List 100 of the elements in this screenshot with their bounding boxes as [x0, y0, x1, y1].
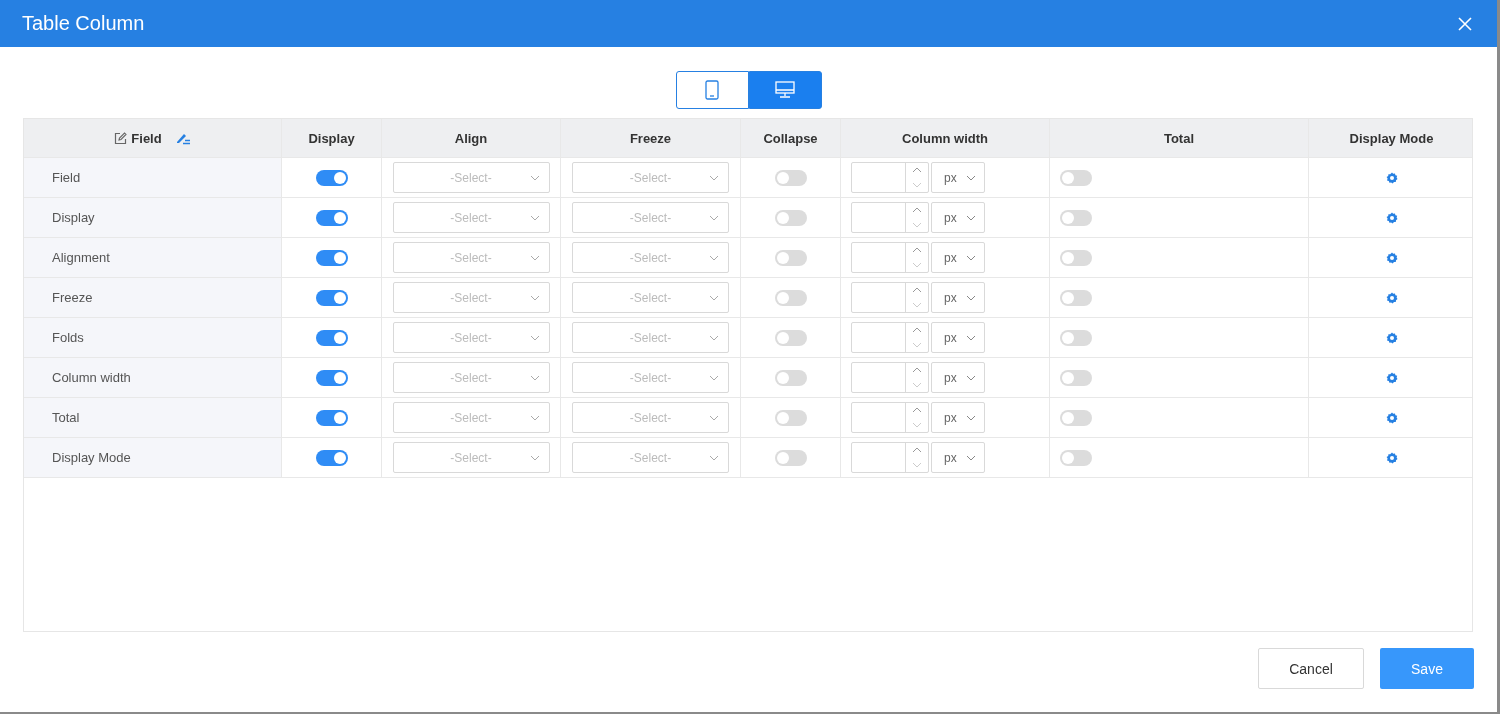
align-select[interactable]: -Select-: [392, 242, 550, 273]
freeze-select[interactable]: -Select-: [572, 162, 729, 193]
width-input[interactable]: [851, 282, 929, 313]
unit-select[interactable]: px: [931, 322, 985, 353]
align-select[interactable]: -Select-: [392, 362, 550, 393]
display-toggle[interactable]: [315, 249, 348, 266]
freeze-select[interactable]: -Select-: [572, 202, 729, 233]
freeze-select[interactable]: -Select-: [572, 362, 729, 393]
display-toggle[interactable]: [315, 409, 348, 426]
collapse-toggle[interactable]: [774, 169, 807, 186]
width-input[interactable]: [851, 162, 929, 193]
decrement-icon[interactable]: [912, 301, 922, 308]
freeze-select[interactable]: -Select-: [572, 282, 729, 313]
collapse-toggle[interactable]: [774, 329, 807, 346]
width-input[interactable]: [851, 202, 929, 233]
align-select[interactable]: -Select-: [392, 162, 550, 193]
increment-icon[interactable]: [912, 207, 922, 214]
collapse-toggle[interactable]: [774, 369, 807, 386]
decrement-icon[interactable]: [912, 181, 922, 188]
column-header: Display: [308, 130, 355, 146]
cancel-button[interactable]: Cancel: [1258, 648, 1364, 689]
display-toggle[interactable]: [315, 369, 348, 386]
chevron-down-icon: [529, 335, 540, 341]
chevron-down-icon: [529, 215, 540, 221]
total-toggle[interactable]: [1060, 169, 1092, 186]
align-select[interactable]: -Select-: [392, 322, 550, 353]
display-toggle[interactable]: [315, 329, 348, 346]
display-toggle[interactable]: [315, 209, 348, 226]
collapse-toggle[interactable]: [774, 249, 807, 266]
unit-select[interactable]: px: [931, 282, 985, 313]
increment-icon[interactable]: [912, 287, 922, 294]
unit-select[interactable]: px: [931, 202, 985, 233]
unit-select[interactable]: px: [931, 162, 985, 193]
display-toggle[interactable]: [315, 449, 348, 466]
chevron-down-icon: [709, 455, 719, 461]
freeze-select[interactable]: -Select-: [572, 322, 729, 353]
settings-icon[interactable]: [1385, 371, 1398, 384]
align-select[interactable]: -Select-: [392, 282, 550, 313]
settings-icon[interactable]: [1385, 251, 1398, 264]
field-name: Alignment: [52, 250, 110, 265]
settings-icon[interactable]: [1385, 411, 1398, 424]
desktop-view-button[interactable]: [748, 71, 822, 109]
freeze-select[interactable]: -Select-: [572, 402, 729, 433]
total-toggle[interactable]: [1060, 409, 1092, 426]
decrement-icon[interactable]: [912, 421, 922, 428]
close-icon[interactable]: [1458, 16, 1472, 31]
align-select[interactable]: -Select-: [392, 442, 550, 473]
display-toggle[interactable]: [315, 169, 348, 186]
save-button[interactable]: Save: [1380, 648, 1474, 689]
display-toggle[interactable]: [315, 289, 348, 306]
settings-icon[interactable]: [1385, 171, 1398, 184]
increment-icon[interactable]: [912, 367, 922, 374]
collapse-toggle[interactable]: [774, 449, 807, 466]
chevron-down-icon: [709, 255, 719, 261]
align-select[interactable]: -Select-: [392, 402, 550, 433]
settings-icon[interactable]: [1385, 291, 1398, 304]
decrement-icon[interactable]: [912, 261, 922, 268]
width-input[interactable]: [851, 362, 929, 393]
increment-icon[interactable]: [912, 407, 922, 414]
mobile-view-button[interactable]: [675, 71, 749, 109]
total-toggle[interactable]: [1060, 209, 1092, 226]
field-name: Field: [52, 170, 81, 185]
unit-select[interactable]: px: [931, 362, 985, 393]
field-name: Display: [52, 210, 95, 225]
collapse-toggle[interactable]: [774, 209, 807, 226]
unit-select[interactable]: px: [931, 242, 985, 273]
total-toggle[interactable]: [1060, 329, 1092, 346]
collapse-toggle[interactable]: [774, 289, 807, 306]
increment-icon[interactable]: [912, 167, 922, 174]
decrement-icon[interactable]: [912, 461, 922, 468]
total-toggle[interactable]: [1060, 449, 1092, 466]
align-select[interactable]: -Select-: [392, 202, 550, 233]
phone-icon: [705, 80, 719, 100]
collapse-toggle[interactable]: [774, 409, 807, 426]
width-input[interactable]: [851, 242, 929, 273]
increment-icon[interactable]: [912, 247, 922, 254]
column-header: Field: [131, 130, 162, 146]
chevron-down-icon: [529, 295, 540, 301]
settings-icon[interactable]: [1385, 211, 1398, 224]
chevron-down-icon: [529, 375, 540, 381]
increment-icon[interactable]: [912, 447, 922, 454]
settings-icon[interactable]: [1385, 451, 1398, 464]
unit-select[interactable]: px: [931, 402, 985, 433]
total-toggle[interactable]: [1060, 289, 1092, 306]
increment-icon[interactable]: [912, 327, 922, 334]
decrement-icon[interactable]: [912, 221, 922, 228]
column-header: Column width: [902, 130, 988, 146]
width-input[interactable]: [851, 322, 929, 353]
decrement-icon[interactable]: [912, 381, 922, 388]
settings-icon[interactable]: [1385, 331, 1398, 344]
total-toggle[interactable]: [1060, 249, 1092, 266]
pen-icon[interactable]: [175, 131, 191, 145]
width-input[interactable]: [851, 442, 929, 473]
width-input[interactable]: [851, 402, 929, 433]
freeze-select[interactable]: -Select-: [572, 442, 729, 473]
freeze-select[interactable]: -Select-: [572, 242, 729, 273]
decrement-icon[interactable]: [912, 341, 922, 348]
unit-select[interactable]: px: [931, 442, 985, 473]
edit-icon[interactable]: [114, 131, 128, 145]
total-toggle[interactable]: [1060, 369, 1092, 386]
